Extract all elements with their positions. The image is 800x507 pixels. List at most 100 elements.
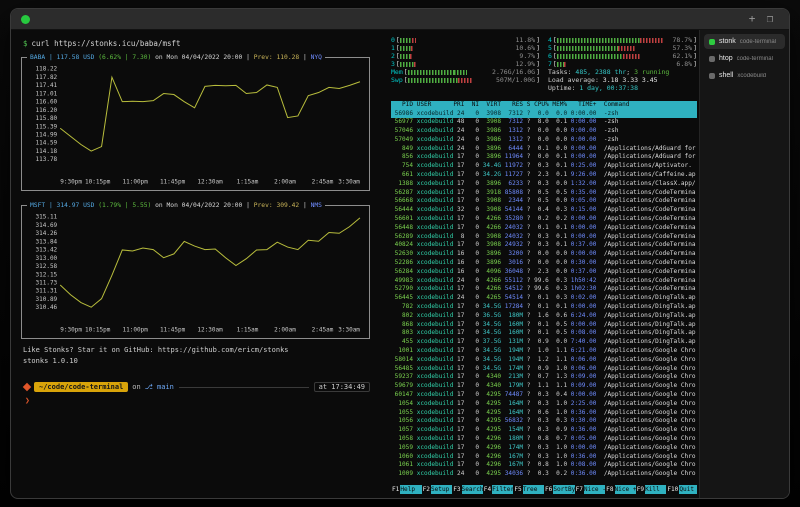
process-row[interactable]: 56668 xcodebuild 17 0 3908 2344 ? 0.5 0.…	[391, 197, 697, 206]
ticker-sep: |	[303, 202, 307, 209]
sidebar-session-stonk[interactable]: stonk code-terminal	[704, 34, 785, 49]
stonks-terminal-pane[interactable]: $ curl https://stonks.icu/baba/msft BABA …	[11, 30, 385, 498]
process-row[interactable]: 1060 xcodebuild 17 0 4296 167M ? 0.3 1.0…	[391, 453, 697, 462]
ticker-prev: Prev: 309.42	[254, 202, 300, 209]
svg-text:9:30pm: 9:30pm	[60, 326, 82, 333]
process-row[interactable]: 59237 xcodebuild 17 0 4340 213M ? 0.7 1.…	[391, 373, 697, 382]
terminal-window: + ❐ $ curl https://stonks.icu/baba/msft B…	[10, 8, 790, 499]
svg-text:2:00am: 2:00am	[274, 326, 296, 333]
svg-text:9:30pm: 9:30pm	[60, 178, 82, 185]
process-row[interactable]: 56284 xcodebuild 16 0 4096 36048 ? 2.3 0…	[391, 268, 697, 277]
process-row[interactable]: 849 xcodebuild 24 0 3896 6444 ? 0.1 0.0 …	[391, 145, 697, 154]
process-row[interactable]: 1055 xcodebuild 17 0 4295 164M ? 0.6 1.0…	[391, 409, 697, 418]
session-subtitle: xcodebuild	[737, 73, 766, 79]
prompt-caret[interactable]: ❯	[25, 396, 385, 405]
stock-chart-baba: BABA | 117.58 USD (6.62% | 7.30) on Mon …	[21, 57, 370, 191]
svg-text:12:30am: 12:30am	[197, 326, 223, 333]
process-row[interactable]: 56289 xcodebuild 8 0 3908 24032 ? 0.3 0.…	[391, 233, 697, 242]
process-row[interactable]: 52630 xcodebuild 16 0 3896 3200 ? 0.0 0.…	[391, 250, 697, 259]
fkey-quit[interactable]: F10Quit	[666, 485, 697, 494]
process-row[interactable]: 56485 xcodebuild 17 0 34.5G 174M ? 0.9 1…	[391, 365, 697, 374]
process-row[interactable]: 52286 xcodebuild 16 0 3896 3016 ? 0.0 0.…	[391, 259, 697, 268]
process-row[interactable]: 754 xcodebuild 17 0 34.4G 11972 ? 0.3 0.…	[391, 162, 697, 171]
meter-2: 2[9.7%]	[391, 52, 540, 60]
process-row[interactable]: 868 xcodebuild 17 0 34.5G 160M ? 0.1 0.5…	[391, 321, 697, 330]
svg-text:113.78: 113.78	[35, 156, 57, 163]
fkey-sortby[interactable]: F6SortBy	[544, 485, 575, 494]
process-row[interactable]: 1054 xcodebuild 17 0 4295 164M ? 0.3 1.0…	[391, 400, 697, 409]
process-row[interactable]: 57049 xcodebuild 24 0 3986 1312 ? 0.0 0.…	[391, 136, 697, 145]
process-table[interactable]: 56986 xcodebuild 24 0 3908 7312 ? 0.0 0.…	[391, 110, 697, 485]
process-row[interactable]: 58014 xcodebuild 17 0 34.5G 194M ? 1.2 1…	[391, 356, 697, 365]
process-row[interactable]: 56444 xcodebuild 32 0 3908 54144 ? 0.4 0…	[391, 206, 697, 215]
process-row[interactable]: 60147 xcodebuild 17 0 4295 74487 ? 0.3 0…	[391, 391, 697, 400]
svg-text:312.58: 312.58	[35, 263, 57, 270]
process-row[interactable]: 1001 xcodebuild 17 0 34.5G 194M ? 1.0 1.…	[391, 347, 697, 356]
git-branch-icon: ⎇	[145, 383, 153, 391]
fkey-setup[interactable]: F2Setup	[422, 485, 453, 494]
svg-text:1:15am: 1:15am	[237, 178, 259, 185]
process-row[interactable]: 40824 xcodebuild 17 0 3908 24932 ? 0.3 0…	[391, 241, 697, 250]
svg-text:313.84: 313.84	[35, 238, 57, 245]
svg-text:310.89: 310.89	[35, 296, 57, 303]
svg-text:2:00am: 2:00am	[274, 178, 296, 185]
process-row[interactable]: 1061 xcodebuild 17 0 4296 167M ? 0.8 1.0…	[391, 461, 697, 470]
process-row[interactable]: 56977 xcodebuild 48 0 3908 7312 ? 8.0 0.…	[391, 118, 697, 127]
process-row[interactable]: 803 xcodebuild 17 0 34.5G 160M ? 0.1 0.5…	[391, 329, 697, 338]
htop-pane[interactable]: 0[11.8%]1[10.6%]2[9.7%]3[12.9%] Mem[2.76…	[385, 30, 699, 498]
prompt-diamond-icon	[23, 383, 31, 391]
process-row[interactable]: 49983 xcodebuild 24 0 4266 55112 ? 99.6 …	[391, 277, 697, 286]
command-text: curl https://stonks.icu/baba/msft	[32, 39, 181, 48]
fkey-tree[interactable]: F5Tree	[513, 485, 544, 494]
process-row[interactable]: 56601 xcodebuild 17 0 4266 35280 ? 0.2 0…	[391, 215, 697, 224]
process-row[interactable]: 1057 xcodebuild 17 0 4295 154M ? 0.3 0.9…	[391, 426, 697, 435]
process-row[interactable]: 856 xcodebuild 17 0 3896 11964 ? 0.0 0.1…	[391, 153, 697, 162]
process-row[interactable]: 56448 xcodebuild 17 0 4266 24032 ? 0.1 0…	[391, 224, 697, 233]
process-row[interactable]: 455 xcodebuild 17 0 37.5G 131M ? 0.9 0.0…	[391, 338, 697, 347]
fkey-help[interactable]: F1Help	[391, 485, 422, 494]
process-row[interactable]: 59679 xcodebuild 17 0 4340 179M ? 1.1 1.…	[391, 382, 697, 391]
panel-toggle-button[interactable]: ❐	[761, 9, 779, 29]
process-row[interactable]: 782 xcodebuild 17 0 34.5G 17284 ? 0.1 0.…	[391, 303, 697, 312]
process-row[interactable]: 661 xcodebuild 17 0 34.2G 11727 ? 2.3 0.…	[391, 171, 697, 180]
titlebar[interactable]: + ❐	[11, 9, 789, 30]
svg-text:116.20: 116.20	[35, 107, 57, 114]
fkey-nice-[interactable]: F7Nice -	[575, 485, 606, 494]
process-row[interactable]: 1056 xcodebuild 17 0 4295 56832 ? 0.3 0.…	[391, 417, 697, 426]
process-row[interactable]: 1058 xcodebuild 17 0 4296 180M ? 0.8 0.7…	[391, 435, 697, 444]
process-row[interactable]: 1059 xcodebuild 17 0 4296 174M ? 0.3 1.0…	[391, 444, 697, 453]
svg-text:314.26: 314.26	[35, 230, 57, 237]
desktop: + ❐ $ curl https://stonks.icu/baba/msft B…	[0, 0, 800, 507]
process-row[interactable]: 52790 xcodebuild 17 0 4266 54512 ? 99.6 …	[391, 285, 697, 294]
sidebar-session-shell[interactable]: shell xcodebuild	[704, 68, 785, 83]
fkey-kill[interactable]: F9Kill	[636, 485, 667, 494]
process-row[interactable]: 802 xcodebuild 17 0 36.5G 180M ? 1.6 0.6…	[391, 312, 697, 321]
shell-prompt-symbol: $	[23, 39, 28, 48]
process-row[interactable]: 57046 xcodebuild 24 0 3986 1312 ? 0.0 0.…	[391, 127, 697, 136]
svg-text:116.60: 116.60	[35, 99, 57, 106]
ticker-sep: |	[303, 54, 307, 61]
svg-text:114.99: 114.99	[35, 132, 57, 139]
fkey-filter[interactable]: F4Filter	[483, 485, 514, 494]
process-row[interactable]: 1009 xcodebuild 24 0 4295 34036 ? 0.3 0.…	[391, 470, 697, 479]
meter-4: 4[78.7%]	[548, 36, 697, 44]
svg-text:311.31: 311.31	[35, 288, 57, 295]
svg-text:314.69: 314.69	[35, 222, 57, 229]
process-row[interactable]: 1388 xcodebuild 17 0 3896 6233 ? 0.3 0.0…	[391, 180, 697, 189]
fkey-nice-[interactable]: F8Nice +	[605, 485, 636, 494]
fkey-search[interactable]: F3Search	[452, 485, 483, 494]
shell-prompt-line: ~/code/code-terminal on ⎇ main at 17:34:…	[23, 381, 370, 393]
sidebar-session-htop[interactable]: htop code-terminal	[704, 51, 785, 66]
process-row[interactable]: 56445 xcodebuild 24 0 4265 54514 ? 0.1 0…	[391, 294, 697, 303]
new-tab-button[interactable]: +	[743, 9, 761, 29]
svg-text:2:45am: 2:45am	[312, 178, 334, 185]
svg-text:11:00pm: 11:00pm	[122, 178, 148, 185]
ticker-change: (1.79% | 5.55)	[98, 202, 151, 209]
process-row[interactable]: 56986 xcodebuild 24 0 3908 7312 ? 0.0 0.…	[391, 110, 697, 119]
svg-text:11:00pm: 11:00pm	[122, 326, 148, 333]
process-row[interactable]: 56287 xcodebuild 17 0 3918 85808 ? 0.5 0…	[391, 189, 697, 198]
svg-text:117.82: 117.82	[35, 74, 57, 81]
process-table-header[interactable]: PID USER PRI NI VIRT RES S CPU% MEM% TIM…	[391, 101, 697, 110]
traffic-light-green[interactable]	[21, 15, 30, 24]
svg-text:115.39: 115.39	[35, 123, 57, 130]
